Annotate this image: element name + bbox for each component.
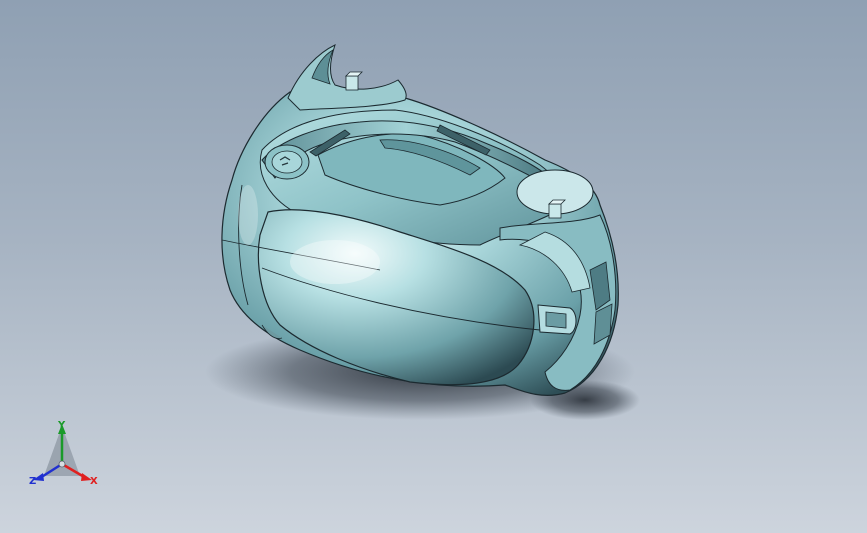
cad-viewport[interactable]: Y X Z	[0, 0, 867, 533]
left-highlight	[238, 185, 258, 245]
clip-tab-inner	[545, 311, 567, 329]
panel-highlight	[290, 240, 380, 284]
pin-left	[345, 71, 363, 91]
housing-3d-model[interactable]	[0, 0, 867, 533]
x-axis-label: X	[90, 476, 98, 487]
z-axis-label: Z	[29, 476, 37, 487]
y-axis-label: Y	[58, 420, 66, 431]
logo-boss	[264, 144, 310, 180]
orientation-triad[interactable]: Y X Z	[22, 418, 112, 498]
